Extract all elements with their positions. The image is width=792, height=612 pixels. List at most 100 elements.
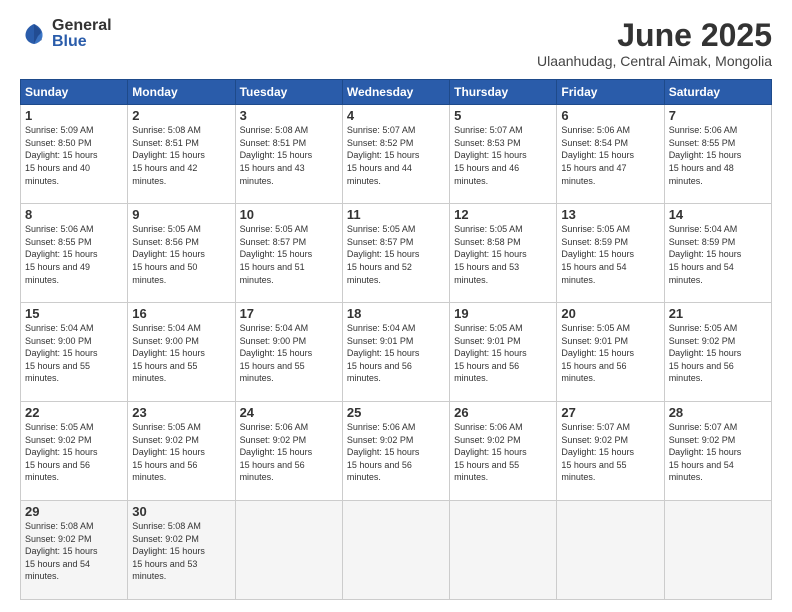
calendar-day-cell: 28Sunrise: 5:07 AMSunset: 9:02 PMDayligh… <box>664 402 771 501</box>
calendar-day-cell: 29Sunrise: 5:08 AMSunset: 9:02 PMDayligh… <box>21 501 128 600</box>
calendar-day-cell <box>450 501 557 600</box>
logo-general: General <box>52 18 112 34</box>
header: General Blue June 2025 Ulaanhudag, Centr… <box>20 18 772 69</box>
day-info: Sunrise: 5:06 AMSunset: 9:02 PMDaylight:… <box>240 421 338 484</box>
calendar-day-cell: 9Sunrise: 5:05 AMSunset: 8:56 PMDaylight… <box>128 204 235 303</box>
calendar-day-cell: 7Sunrise: 5:06 AMSunset: 8:55 PMDaylight… <box>664 105 771 204</box>
day-info: Sunrise: 5:05 AMSunset: 9:02 PMDaylight:… <box>25 421 123 484</box>
day-number: 25 <box>347 405 445 420</box>
calendar-day-cell: 15Sunrise: 5:04 AMSunset: 9:00 PMDayligh… <box>21 303 128 402</box>
day-number: 8 <box>25 207 123 222</box>
day-number: 22 <box>25 405 123 420</box>
day-info: Sunrise: 5:07 AMSunset: 9:02 PMDaylight:… <box>669 421 767 484</box>
calendar-week-row: 29Sunrise: 5:08 AMSunset: 9:02 PMDayligh… <box>21 501 772 600</box>
day-info: Sunrise: 5:05 AMSunset: 8:57 PMDaylight:… <box>347 223 445 286</box>
day-info: Sunrise: 5:07 AMSunset: 9:02 PMDaylight:… <box>561 421 659 484</box>
day-number: 20 <box>561 306 659 321</box>
logo-blue: Blue <box>52 34 112 50</box>
calendar-day-cell: 26Sunrise: 5:06 AMSunset: 9:02 PMDayligh… <box>450 402 557 501</box>
day-info: Sunrise: 5:05 AMSunset: 8:58 PMDaylight:… <box>454 223 552 286</box>
calendar-day-cell: 13Sunrise: 5:05 AMSunset: 8:59 PMDayligh… <box>557 204 664 303</box>
calendar-week-row: 22Sunrise: 5:05 AMSunset: 9:02 PMDayligh… <box>21 402 772 501</box>
calendar-day-cell: 12Sunrise: 5:05 AMSunset: 8:58 PMDayligh… <box>450 204 557 303</box>
month-title: June 2025 <box>537 18 772 53</box>
weekday-header-wednesday: Wednesday <box>342 80 449 105</box>
day-number: 1 <box>25 108 123 123</box>
calendar-day-cell: 19Sunrise: 5:05 AMSunset: 9:01 PMDayligh… <box>450 303 557 402</box>
calendar-day-cell: 4Sunrise: 5:07 AMSunset: 8:52 PMDaylight… <box>342 105 449 204</box>
day-info: Sunrise: 5:04 AMSunset: 9:00 PMDaylight:… <box>25 322 123 385</box>
day-number: 2 <box>132 108 230 123</box>
logo-icon <box>20 20 48 48</box>
day-number: 28 <box>669 405 767 420</box>
day-number: 26 <box>454 405 552 420</box>
weekday-header-thursday: Thursday <box>450 80 557 105</box>
day-number: 23 <box>132 405 230 420</box>
calendar-day-cell: 27Sunrise: 5:07 AMSunset: 9:02 PMDayligh… <box>557 402 664 501</box>
calendar-day-cell: 18Sunrise: 5:04 AMSunset: 9:01 PMDayligh… <box>342 303 449 402</box>
logo: General Blue <box>20 18 112 50</box>
weekday-header-row: SundayMondayTuesdayWednesdayThursdayFrid… <box>21 80 772 105</box>
day-info: Sunrise: 5:08 AMSunset: 9:02 PMDaylight:… <box>25 520 123 583</box>
day-info: Sunrise: 5:04 AMSunset: 8:59 PMDaylight:… <box>669 223 767 286</box>
day-number: 4 <box>347 108 445 123</box>
page: General Blue June 2025 Ulaanhudag, Centr… <box>0 0 792 612</box>
calendar-day-cell: 16Sunrise: 5:04 AMSunset: 9:00 PMDayligh… <box>128 303 235 402</box>
day-number: 5 <box>454 108 552 123</box>
day-info: Sunrise: 5:09 AMSunset: 8:50 PMDaylight:… <box>25 124 123 187</box>
day-info: Sunrise: 5:06 AMSunset: 9:02 PMDaylight:… <box>347 421 445 484</box>
day-info: Sunrise: 5:06 AMSunset: 9:02 PMDaylight:… <box>454 421 552 484</box>
day-info: Sunrise: 5:08 AMSunset: 8:51 PMDaylight:… <box>132 124 230 187</box>
day-info: Sunrise: 5:04 AMSunset: 9:00 PMDaylight:… <box>240 322 338 385</box>
day-number: 30 <box>132 504 230 519</box>
day-info: Sunrise: 5:05 AMSunset: 8:56 PMDaylight:… <box>132 223 230 286</box>
calendar-day-cell <box>557 501 664 600</box>
day-info: Sunrise: 5:05 AMSunset: 9:02 PMDaylight:… <box>669 322 767 385</box>
title-block: June 2025 Ulaanhudag, Central Aimak, Mon… <box>537 18 772 69</box>
day-number: 18 <box>347 306 445 321</box>
day-number: 16 <box>132 306 230 321</box>
day-number: 27 <box>561 405 659 420</box>
calendar-day-cell: 3Sunrise: 5:08 AMSunset: 8:51 PMDaylight… <box>235 105 342 204</box>
day-info: Sunrise: 5:05 AMSunset: 8:59 PMDaylight:… <box>561 223 659 286</box>
calendar-day-cell: 6Sunrise: 5:06 AMSunset: 8:54 PMDaylight… <box>557 105 664 204</box>
calendar-day-cell: 1Sunrise: 5:09 AMSunset: 8:50 PMDaylight… <box>21 105 128 204</box>
weekday-header-tuesday: Tuesday <box>235 80 342 105</box>
calendar-week-row: 8Sunrise: 5:06 AMSunset: 8:55 PMDaylight… <box>21 204 772 303</box>
day-info: Sunrise: 5:05 AMSunset: 9:01 PMDaylight:… <box>454 322 552 385</box>
day-info: Sunrise: 5:04 AMSunset: 9:00 PMDaylight:… <box>132 322 230 385</box>
calendar-day-cell: 5Sunrise: 5:07 AMSunset: 8:53 PMDaylight… <box>450 105 557 204</box>
day-number: 7 <box>669 108 767 123</box>
day-number: 19 <box>454 306 552 321</box>
calendar-day-cell: 8Sunrise: 5:06 AMSunset: 8:55 PMDaylight… <box>21 204 128 303</box>
calendar-day-cell: 14Sunrise: 5:04 AMSunset: 8:59 PMDayligh… <box>664 204 771 303</box>
weekday-header-friday: Friday <box>557 80 664 105</box>
day-info: Sunrise: 5:05 AMSunset: 9:02 PMDaylight:… <box>132 421 230 484</box>
calendar-day-cell: 22Sunrise: 5:05 AMSunset: 9:02 PMDayligh… <box>21 402 128 501</box>
weekday-header-sunday: Sunday <box>21 80 128 105</box>
logo-text: General Blue <box>52 18 112 50</box>
calendar-day-cell: 2Sunrise: 5:08 AMSunset: 8:51 PMDaylight… <box>128 105 235 204</box>
day-info: Sunrise: 5:07 AMSunset: 8:53 PMDaylight:… <box>454 124 552 187</box>
calendar-day-cell <box>664 501 771 600</box>
calendar-day-cell: 23Sunrise: 5:05 AMSunset: 9:02 PMDayligh… <box>128 402 235 501</box>
weekday-header-monday: Monday <box>128 80 235 105</box>
day-number: 9 <box>132 207 230 222</box>
calendar-day-cell: 25Sunrise: 5:06 AMSunset: 9:02 PMDayligh… <box>342 402 449 501</box>
calendar-day-cell: 30Sunrise: 5:08 AMSunset: 9:02 PMDayligh… <box>128 501 235 600</box>
day-info: Sunrise: 5:05 AMSunset: 8:57 PMDaylight:… <box>240 223 338 286</box>
calendar-day-cell: 17Sunrise: 5:04 AMSunset: 9:00 PMDayligh… <box>235 303 342 402</box>
day-info: Sunrise: 5:08 AMSunset: 8:51 PMDaylight:… <box>240 124 338 187</box>
day-number: 6 <box>561 108 659 123</box>
day-number: 29 <box>25 504 123 519</box>
calendar-day-cell <box>235 501 342 600</box>
calendar-day-cell: 11Sunrise: 5:05 AMSunset: 8:57 PMDayligh… <box>342 204 449 303</box>
day-number: 3 <box>240 108 338 123</box>
day-info: Sunrise: 5:07 AMSunset: 8:52 PMDaylight:… <box>347 124 445 187</box>
day-number: 11 <box>347 207 445 222</box>
day-info: Sunrise: 5:04 AMSunset: 9:01 PMDaylight:… <box>347 322 445 385</box>
day-number: 14 <box>669 207 767 222</box>
day-info: Sunrise: 5:06 AMSunset: 8:55 PMDaylight:… <box>25 223 123 286</box>
location-subtitle: Ulaanhudag, Central Aimak, Mongolia <box>537 53 772 69</box>
day-number: 13 <box>561 207 659 222</box>
